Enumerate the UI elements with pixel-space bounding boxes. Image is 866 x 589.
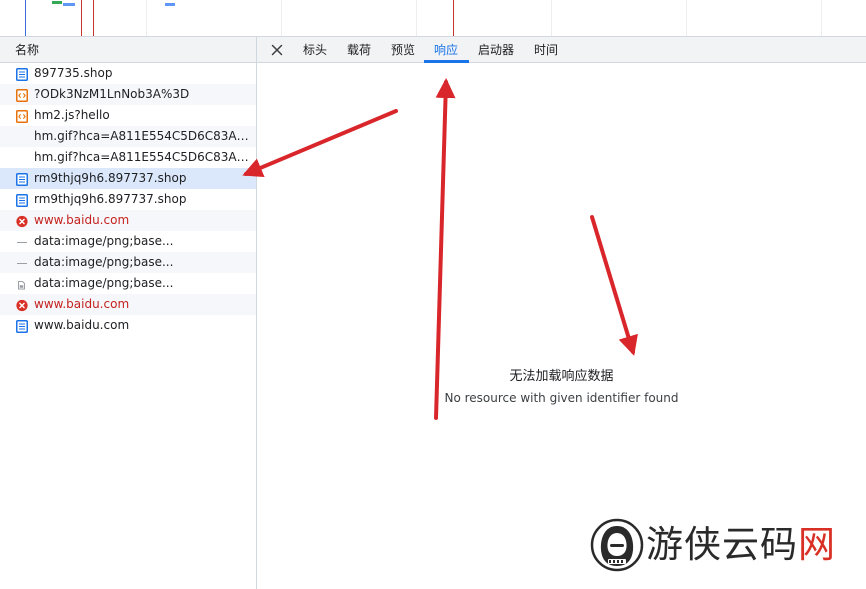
timeline-request-bar bbox=[63, 3, 75, 6]
request-row[interactable]: www.baidu.com bbox=[0, 210, 256, 231]
request-row[interactable]: www.baidu.com bbox=[0, 294, 256, 315]
request-name: hm.gif?hca=A811E554C5D6C83A&c... bbox=[34, 129, 254, 143]
script-icon bbox=[16, 88, 28, 102]
request-row[interactable]: rm9thjq9h6.897737.shop bbox=[0, 189, 256, 210]
watermark: 游侠云码网 bbox=[590, 518, 840, 572]
request-name: www.baidu.com bbox=[34, 213, 130, 227]
watermark-text-accent: 网 bbox=[798, 523, 836, 566]
name-column-header[interactable]: 名称 bbox=[0, 37, 256, 63]
document-icon bbox=[16, 319, 28, 333]
request-name: 897735.shop bbox=[34, 66, 113, 80]
request-detail-pane: 标头 载荷 预览 响应 启动器 时间 无法加载响应数据 No resource … bbox=[257, 37, 866, 589]
request-row[interactable]: hm.gif?hca=A811E554C5D6C83A&c... bbox=[0, 126, 256, 147]
request-name: ?ODk3NzM1LnNob3A%3D bbox=[34, 87, 190, 101]
request-name: data:image/png;base... bbox=[34, 234, 174, 248]
empty-response-message: 无法加载响应数据 No resource with given identifi… bbox=[257, 368, 866, 407]
request-row[interactable]: hm.gif?hca=A811E554C5D6C83A&c... bbox=[0, 147, 256, 168]
image-file-icon bbox=[16, 277, 28, 290]
tab-preview[interactable]: 预览 bbox=[387, 37, 419, 63]
document-icon bbox=[16, 172, 28, 186]
timeline-gridline bbox=[686, 0, 687, 36]
timeline-load-marker bbox=[93, 0, 94, 36]
request-name: hm2.js?hello bbox=[34, 108, 110, 122]
document-icon bbox=[16, 67, 28, 81]
hooded-figure-logo-icon bbox=[590, 518, 644, 572]
request-name: data:image/png;base... bbox=[34, 276, 174, 290]
request-row[interactable]: 897735.shop bbox=[0, 63, 256, 84]
detail-tabbar: 标头 载荷 预览 响应 启动器 时间 bbox=[257, 37, 866, 63]
watermark-text-main: 游侠云码 bbox=[646, 523, 798, 566]
timeline-request-bar bbox=[165, 3, 175, 6]
tab-timing[interactable]: 时间 bbox=[530, 37, 562, 63]
request-list: 897735.shop ?ODk3NzM1LnNob3A%3D hm2.js?hel… bbox=[0, 63, 256, 336]
error-icon bbox=[16, 298, 28, 312]
request-name: data:image/png;base... bbox=[34, 255, 174, 269]
tab-payload[interactable]: 载荷 bbox=[343, 37, 375, 63]
request-row[interactable]: hm2.js?hello bbox=[0, 105, 256, 126]
document-icon bbox=[16, 193, 28, 207]
timeline-overview[interactable] bbox=[0, 0, 866, 37]
timeline-gridline bbox=[146, 0, 147, 36]
timeline-dom-marker bbox=[25, 0, 26, 36]
timeline-gridline bbox=[281, 0, 282, 36]
request-row[interactable]: rm9thjq9h6.897737.shop bbox=[0, 168, 256, 189]
request-row[interactable]: data:image/png;base... bbox=[0, 252, 256, 273]
request-list-pane: 名称 897735.shop ?ODk3NzM1LnNob3A%3D hm2.js?… bbox=[0, 37, 257, 589]
request-row[interactable]: data:image/png;base... bbox=[0, 273, 256, 294]
timeline-load-marker bbox=[453, 0, 454, 36]
request-name: www.baidu.com bbox=[34, 318, 130, 332]
request-name: rm9thjq9h6.897737.shop bbox=[34, 192, 187, 206]
image-dash-icon bbox=[16, 235, 28, 248]
timeline-gridline bbox=[416, 0, 417, 36]
tab-headers[interactable]: 标头 bbox=[299, 37, 331, 63]
request-name: www.baidu.com bbox=[34, 297, 130, 311]
request-row[interactable]: www.baidu.com bbox=[0, 315, 256, 336]
tab-initiator[interactable]: 启动器 bbox=[474, 37, 518, 63]
active-tab-indicator bbox=[424, 60, 469, 63]
timeline-gridline bbox=[551, 0, 552, 36]
timeline-gridline bbox=[821, 0, 822, 36]
request-name: hm.gif?hca=A811E554C5D6C83A&c... bbox=[34, 150, 254, 164]
script-icon bbox=[16, 109, 28, 123]
watermark-text: 游侠云码网 bbox=[646, 522, 836, 568]
request-row[interactable]: data:image/png;base... bbox=[0, 231, 256, 252]
error-icon bbox=[16, 214, 28, 228]
request-row[interactable]: ?ODk3NzM1LnNob3A%3D bbox=[0, 84, 256, 105]
request-name: rm9thjq9h6.897737.shop bbox=[34, 171, 187, 185]
timeline-request-bar bbox=[52, 1, 62, 4]
image-dash-icon bbox=[16, 256, 28, 269]
message-detail: No resource with given identifier found bbox=[444, 391, 679, 405]
timeline-load-marker bbox=[81, 0, 82, 36]
message-title: 无法加载响应数据 bbox=[509, 369, 614, 384]
close-icon[interactable] bbox=[269, 42, 285, 58]
